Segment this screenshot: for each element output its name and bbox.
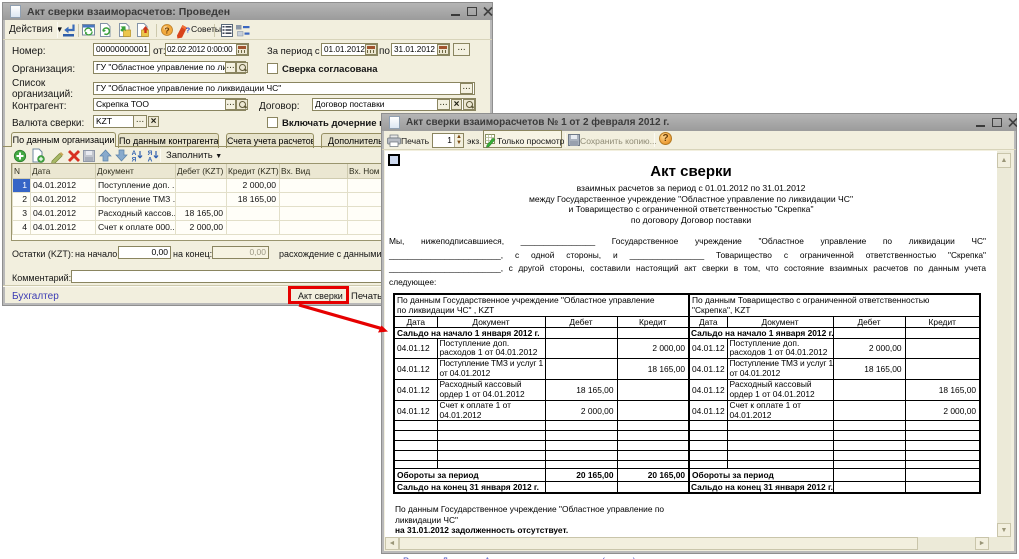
svg-text:?: ?: [164, 25, 169, 35]
svg-text:?: ?: [186, 26, 191, 35]
